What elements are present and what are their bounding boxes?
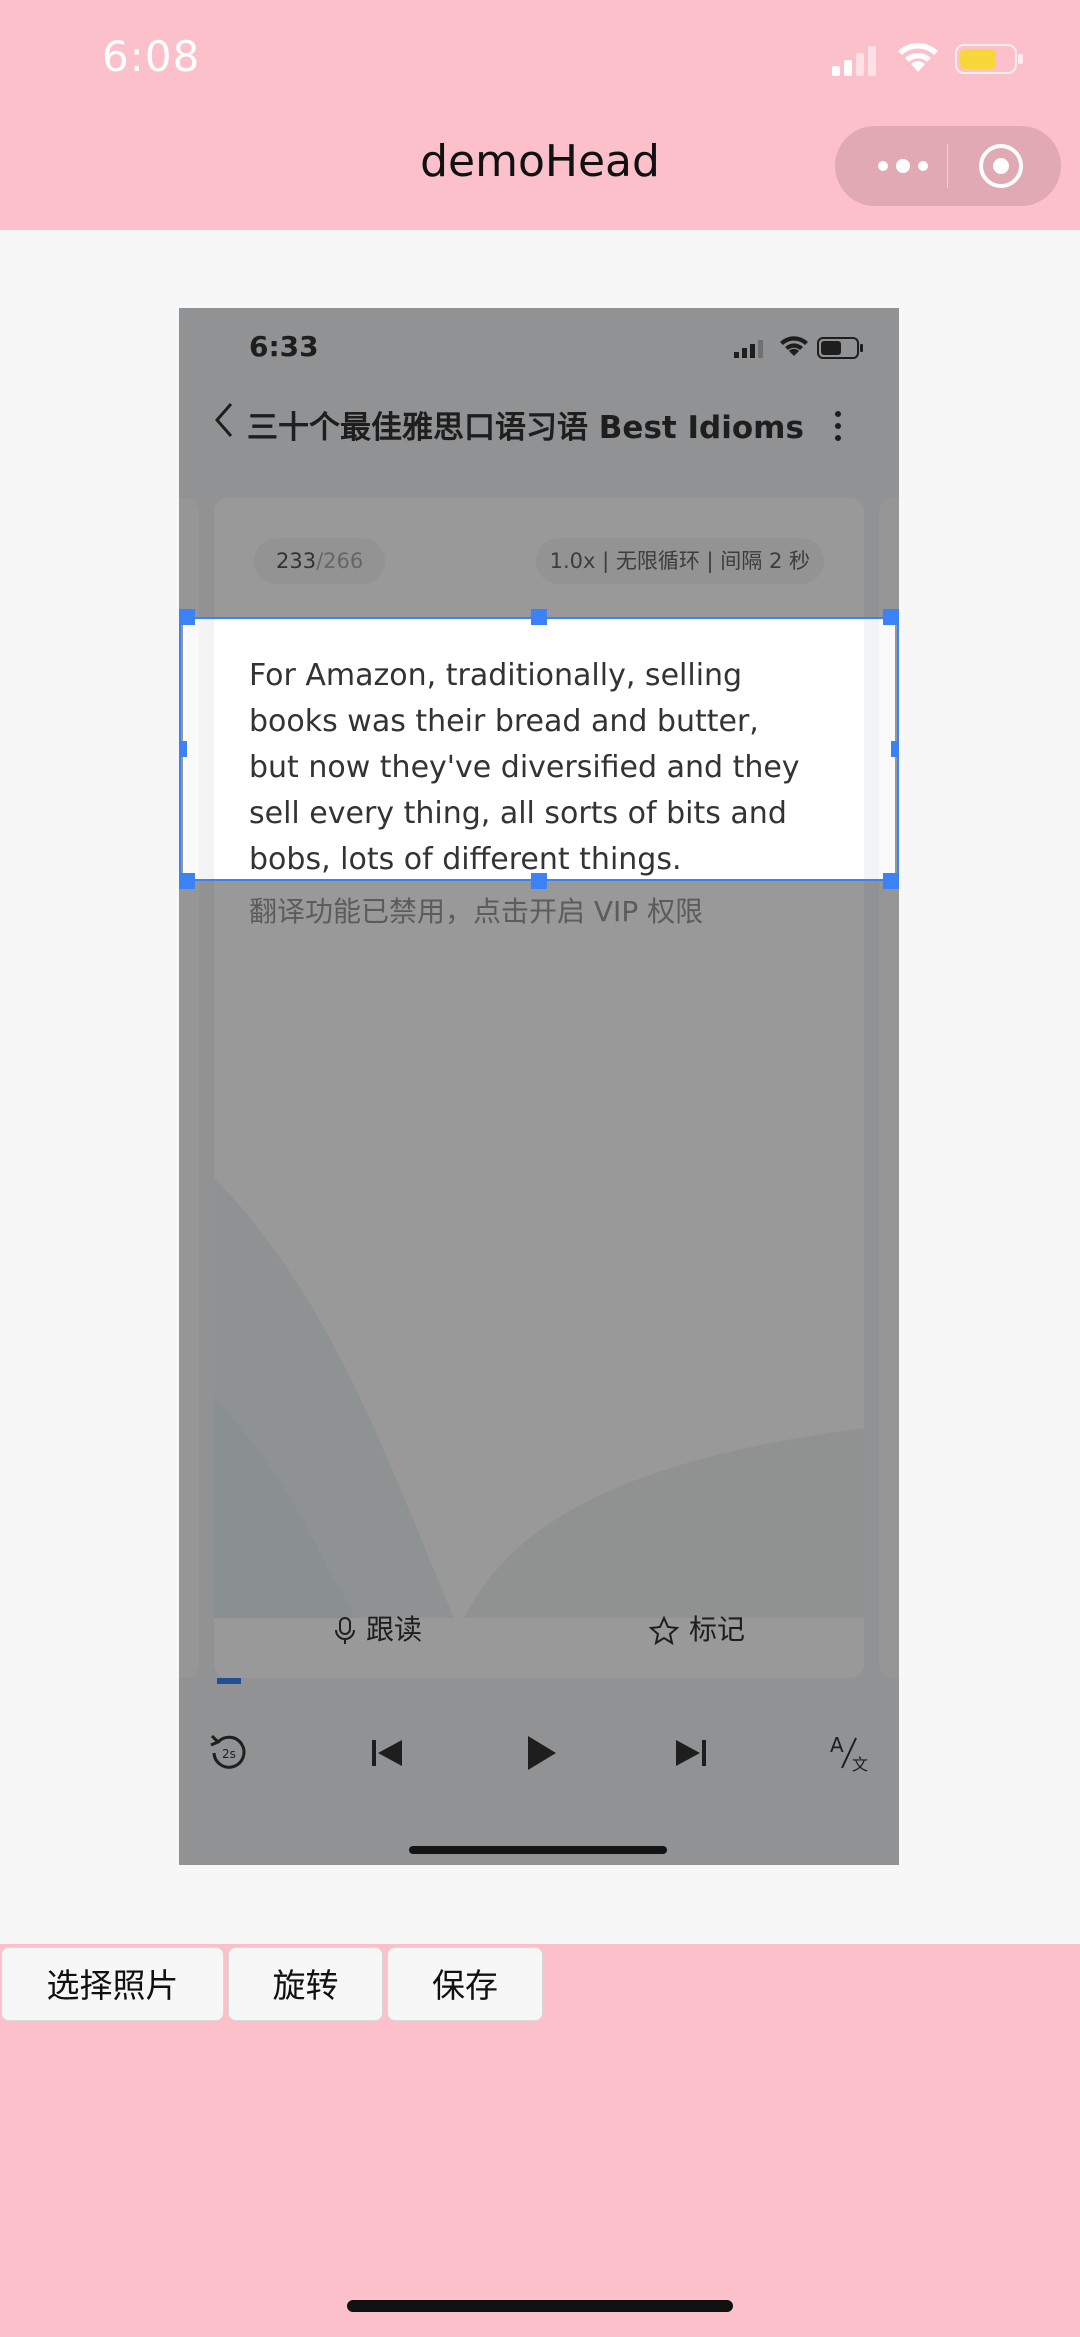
crop-handle-left[interactable]	[179, 741, 187, 757]
photo-preview: 6:33 三十个最佳雅思口语习语 Best Idioms... 233/266 …	[179, 308, 899, 1865]
crop-handle-bottom-left[interactable]	[179, 873, 195, 889]
choose-photo-button[interactable]: 选择照片	[1, 1947, 224, 2021]
rotate-button[interactable]: 旋转	[228, 1947, 383, 2021]
status-bar: 6:08	[0, 0, 1080, 115]
home-indicator[interactable]	[347, 2300, 733, 2312]
crop-handle-right[interactable]	[891, 741, 899, 757]
close-target-icon[interactable]	[978, 143, 1024, 189]
crop-handle-bottom[interactable]	[531, 873, 547, 889]
crop-handle-top-right[interactable]	[883, 609, 899, 625]
crop-mask-top	[179, 308, 899, 617]
more-dots-icon[interactable]	[873, 152, 933, 180]
crop-rectangle[interactable]	[179, 617, 899, 881]
status-time: 6:08	[102, 32, 201, 81]
cellular-signal-icon	[832, 46, 876, 76]
save-button[interactable]: 保存	[387, 1947, 543, 2021]
crop-handle-top-left[interactable]	[179, 609, 195, 625]
crop-handle-bottom-right[interactable]	[883, 873, 899, 889]
battery-icon	[955, 44, 1023, 74]
crop-handle-top[interactable]	[531, 609, 547, 625]
miniprogram-capsule	[835, 126, 1061, 206]
capsule-divider	[947, 144, 948, 188]
wifi-icon	[898, 43, 938, 72]
crop-mask-bottom	[179, 881, 899, 1865]
action-buttons: 选择照片 旋转 保存	[0, 1947, 1080, 2023]
